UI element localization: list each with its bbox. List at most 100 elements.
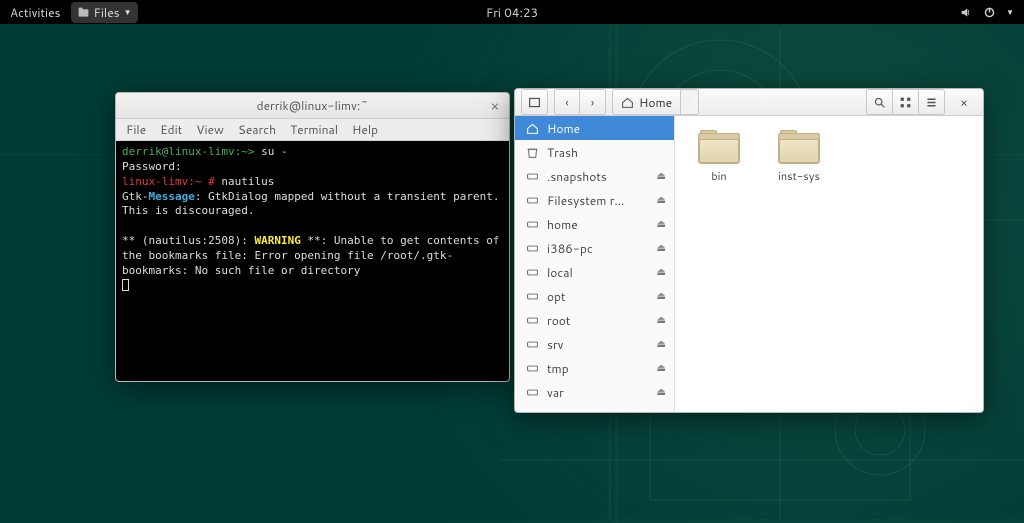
- sidebar-item-mount[interactable]: home ⏏: [515, 212, 674, 236]
- sidebar-item-mount[interactable]: i386-pc ⏏: [515, 236, 674, 260]
- drive-icon: [525, 386, 539, 399]
- terminal-menubar: File Edit View Search Terminal Help: [116, 119, 509, 141]
- home-icon: [621, 96, 634, 109]
- menu-edit[interactable]: Edit: [160, 121, 182, 138]
- terminal-window: derrik@linux-limv:~ × File Edit View Sea…: [115, 92, 510, 382]
- sidebar-item-mount[interactable]: Filesystem r… ⏏: [515, 188, 674, 212]
- files-app-icon: [77, 6, 90, 19]
- eject-icon[interactable]: ⏏: [657, 289, 666, 303]
- sidebar-item-mount[interactable]: .snapshots ⏏: [515, 164, 674, 188]
- drive-icon: [525, 362, 539, 375]
- path-dropdown[interactable]: ▼: [681, 89, 699, 115]
- sidebar-item-label: Filesystem r…: [547, 192, 624, 209]
- home-icon: [525, 122, 539, 135]
- sidebar-item-mount[interactable]: tmp ⏏: [515, 356, 674, 380]
- eject-icon[interactable]: ⏏: [657, 169, 666, 183]
- terminal-titlebar[interactable]: derrik@linux-limv:~ ×: [116, 93, 509, 119]
- path-bar: Home ▼: [612, 89, 699, 115]
- window-icon: [528, 96, 541, 109]
- sidebar-item-mount[interactable]: srv ⏏: [515, 332, 674, 356]
- sidebar-item-label: i386-pc: [547, 240, 593, 257]
- files-sidebar: Home Trash .snapshots ⏏ Filesystem r… ⏏: [515, 116, 675, 413]
- sidebar-item-mount[interactable]: opt ⏏: [515, 284, 674, 308]
- menu-view[interactable]: View: [196, 121, 224, 138]
- trash-icon: [525, 146, 539, 159]
- files-headerbar: ‹ › Home ▼ ×: [515, 89, 983, 116]
- files-icon-view[interactable]: bin inst-sys: [675, 116, 983, 413]
- eject-icon[interactable]: ⏏: [657, 361, 666, 375]
- folder-label: inst-sys: [778, 168, 820, 184]
- clock[interactable]: Fri 04:23: [486, 4, 538, 21]
- menu-help[interactable]: Help: [352, 121, 378, 138]
- sidebar-item-label: x86_64-efi: [547, 408, 612, 414]
- files-window: ‹ › Home ▼ ×: [514, 88, 984, 413]
- grid-icon: [899, 96, 912, 109]
- power-icon: [983, 6, 996, 19]
- drive-icon: [525, 338, 539, 351]
- folder-item-bin[interactable]: bin: [693, 130, 745, 184]
- sidebar-item-mount[interactable]: var ⏏: [515, 380, 674, 404]
- new-tab-button[interactable]: [521, 89, 548, 115]
- folder-label: bin: [711, 168, 727, 184]
- folder-item-inst-sys[interactable]: inst-sys: [773, 130, 825, 184]
- drive-icon: [525, 314, 539, 327]
- menu-terminal[interactable]: Terminal: [290, 121, 338, 138]
- sidebar-item-label: Home: [547, 120, 580, 137]
- app-menu-label: Files: [94, 4, 120, 21]
- window-title: derrik@linux-limv:~: [257, 97, 369, 114]
- menu-search[interactable]: Search: [238, 121, 276, 138]
- chevron-down-icon: ▼: [124, 6, 132, 18]
- close-button[interactable]: ×: [487, 98, 503, 114]
- terminal-cursor: [122, 279, 129, 291]
- forward-button[interactable]: ›: [580, 89, 606, 115]
- eject-icon[interactable]: ⏏: [657, 313, 666, 327]
- close-button[interactable]: ×: [951, 89, 977, 115]
- volume-icon: [960, 6, 973, 19]
- drive-icon: [525, 218, 539, 231]
- nav-buttons: ‹ ›: [554, 89, 606, 115]
- app-menu-files[interactable]: Files ▼: [71, 2, 138, 23]
- path-home[interactable]: Home: [612, 89, 681, 115]
- terminal-output[interactable]: derrik@linux-limv:~> su - Password: linu…: [116, 141, 509, 381]
- sidebar-item-label: Trash: [547, 144, 578, 161]
- eject-icon[interactable]: ⏏: [657, 337, 666, 351]
- hamburger-menu-button[interactable]: [919, 89, 945, 115]
- search-icon: [873, 96, 886, 109]
- chevron-down-icon: ▼: [1006, 6, 1014, 18]
- folder-icon: [778, 130, 820, 164]
- path-label: Home: [639, 94, 672, 111]
- eject-icon[interactable]: ⏏: [657, 385, 666, 399]
- view-grid-button[interactable]: [893, 89, 919, 115]
- sidebar-item-mount[interactable]: x86_64-efi ⏏: [515, 404, 674, 413]
- sidebar-item-label: home: [547, 216, 578, 233]
- sidebar-item-label: srv: [547, 336, 563, 353]
- sidebar-item-trash[interactable]: Trash: [515, 140, 674, 164]
- eject-icon[interactable]: ⏏: [657, 265, 666, 279]
- sidebar-item-label: var: [547, 384, 564, 401]
- drive-icon: [525, 242, 539, 255]
- activities-button[interactable]: Activities: [10, 4, 61, 21]
- sidebar-item-label: tmp: [547, 360, 569, 377]
- sidebar-item-label: .snapshots: [547, 168, 607, 185]
- drive-icon: [525, 290, 539, 303]
- eject-icon[interactable]: ⏏: [657, 217, 666, 231]
- sidebar-item-label: opt: [547, 288, 566, 305]
- top-bar: Activities Files ▼ Fri 04:23 ▼: [0, 0, 1024, 24]
- eject-icon[interactable]: ⏏: [657, 193, 666, 207]
- menu-file[interactable]: File: [126, 121, 146, 138]
- folder-icon: [698, 130, 740, 164]
- sidebar-item-mount[interactable]: local ⏏: [515, 260, 674, 284]
- eject-icon[interactable]: ⏏: [657, 241, 666, 255]
- eject-icon[interactable]: ⏏: [657, 409, 666, 413]
- sidebar-item-mount[interactable]: root ⏏: [515, 308, 674, 332]
- sidebar-item-home[interactable]: Home: [515, 116, 674, 140]
- drive-icon: [525, 266, 539, 279]
- system-status-area[interactable]: ▼: [960, 6, 1014, 19]
- drive-icon: [525, 194, 539, 207]
- menu-icon: [925, 96, 938, 109]
- sidebar-item-label: local: [547, 264, 573, 281]
- sidebar-item-label: root: [547, 312, 570, 329]
- back-button[interactable]: ‹: [554, 89, 580, 115]
- search-button[interactable]: [866, 89, 893, 115]
- drive-icon: [525, 170, 539, 183]
